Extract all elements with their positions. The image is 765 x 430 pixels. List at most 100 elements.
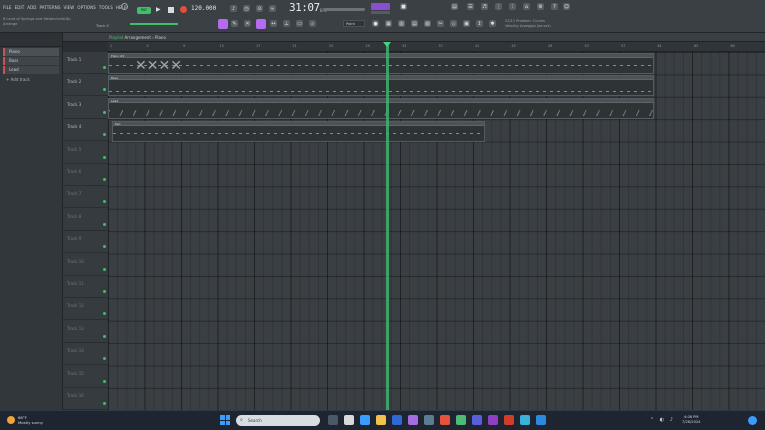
playlist-icon[interactable]: ☰ — [467, 3, 474, 10]
slip-tool-icon[interactable]: ↔ — [270, 20, 277, 27]
track-mute-led-icon[interactable] — [103, 110, 106, 114]
main-pitch-slider[interactable] — [130, 23, 178, 25]
record-icon[interactable] — [180, 6, 187, 13]
clip-piano[interactable]: Piano #2 ✕✕✕✕ — [108, 53, 654, 74]
browser-icon[interactable]: ⌂ — [523, 3, 530, 10]
settings-app-icon[interactable] — [424, 415, 434, 425]
track-header[interactable]: Track 5 — [63, 142, 108, 164]
pattern-song-toggle[interactable]: PAT — [137, 7, 151, 14]
metronome-icon[interactable]: ♪ — [230, 5, 237, 12]
delete-tool-icon[interactable]: ✕ — [244, 20, 251, 27]
track-mute-led-icon[interactable] — [103, 267, 106, 271]
track-mute-led-icon[interactable] — [103, 245, 106, 249]
chrome-icon[interactable] — [440, 415, 450, 425]
task-view-icon[interactable] — [328, 415, 338, 425]
track-mute-led-icon[interactable] — [103, 379, 106, 383]
record-pattern-icon[interactable]: ● — [372, 20, 379, 27]
track-header[interactable]: Track 14 — [63, 343, 108, 366]
track-mute-led-icon[interactable] — [103, 334, 106, 338]
draw-tool-icon[interactable] — [218, 19, 228, 29]
track-header[interactable]: Track 15 — [63, 366, 108, 388]
media-app-icon[interactable] — [504, 415, 514, 425]
zoom-tool-icon[interactable]: ⌕ — [309, 20, 316, 27]
track-header[interactable]: Track 8 — [63, 209, 108, 231]
track-mute-led-icon[interactable] — [103, 66, 106, 69]
menu-file[interactable]: FILE — [3, 5, 12, 10]
track-header[interactable]: Track 3 — [63, 97, 108, 119]
track-header[interactable]: Track 6 — [63, 164, 108, 186]
menu-tools[interactable]: TOOLS — [99, 5, 113, 10]
timeline-ruler[interactable]: 1 5 9 13 17 21 25 29 33 37 41 45 49 53 57 61 65 69 — [108, 42, 765, 52]
tools-view-icon[interactable]: ✂ — [437, 20, 444, 27]
mixer-icon[interactable]: ⫶ — [509, 3, 516, 10]
track-mute-led-icon[interactable] — [103, 155, 106, 159]
track-mute-led-icon[interactable] — [103, 290, 106, 293]
master-volume-knob-icon[interactable] — [121, 3, 128, 10]
export-icon[interactable]: ↥ — [476, 20, 483, 27]
mail-icon[interactable] — [520, 415, 530, 425]
track-header[interactable]: Track 4 — [63, 119, 108, 142]
menu-add[interactable]: ADD — [27, 5, 36, 10]
clip-bass[interactable]: Bass — [108, 75, 654, 96]
playlist-breadcrumb[interactable]: Arrangement › Piano — [125, 35, 166, 40]
teams-icon[interactable] — [488, 415, 498, 425]
clip-lead[interactable]: Lead — [108, 98, 654, 119]
widgets-icon[interactable] — [344, 415, 354, 425]
track-header[interactable]: Track 7 — [63, 186, 108, 209]
track-header[interactable]: Track 13 — [63, 321, 108, 343]
play-icon[interactable]: ▶ — [156, 6, 164, 14]
playhead[interactable] — [386, 42, 389, 410]
snap-selector[interactable]: Paint — [343, 20, 365, 27]
plugin-database-icon[interactable]: ⚙ — [537, 3, 544, 10]
track-mute-led-icon[interactable] — [103, 200, 106, 204]
track-mute-led-icon[interactable] — [103, 402, 106, 405]
piano-view-icon[interactable]: ▤ — [411, 20, 418, 27]
track-mute-led-icon[interactable] — [103, 88, 106, 92]
system-tray-icons[interactable]: ⌃ ◐ ♪ — [650, 417, 675, 423]
browser-item-bass[interactable]: Bass — [3, 57, 59, 65]
track-header[interactable]: Track 10 — [63, 254, 108, 276]
master-pitch-slider[interactable] — [323, 8, 365, 11]
blend-notes-icon[interactable]: ≈ — [269, 5, 276, 12]
track-mute-led-icon[interactable] — [103, 222, 106, 226]
store-icon[interactable] — [392, 415, 402, 425]
playlist-view-icon[interactable]: ▧ — [424, 20, 431, 27]
menu-patterns[interactable]: PATTERNS — [39, 5, 60, 10]
notification-icon[interactable] — [748, 416, 757, 425]
channel-view-icon[interactable]: ▥ — [398, 20, 405, 27]
track-header[interactable]: Track 16 — [63, 388, 108, 410]
slice-tool-icon[interactable]: ⟂ — [283, 20, 290, 27]
track-header[interactable]: Track 11 — [63, 276, 108, 298]
track-header[interactable]: Track 12 — [63, 298, 108, 321]
settings-icon[interactable]: ✱ — [489, 20, 496, 27]
select-tool-icon[interactable]: ▭ — [296, 20, 303, 27]
stop-icon[interactable] — [168, 7, 174, 13]
menu-edit[interactable]: EDIT — [15, 5, 25, 10]
track-header[interactable]: Track 9 — [63, 231, 108, 254]
template-icon[interactable]: ◇ — [450, 20, 457, 27]
piano-roll-icon[interactable]: ♬ — [481, 3, 488, 10]
menu-view[interactable]: VIEW — [64, 5, 75, 10]
mixer-view-icon[interactable]: ▦ — [385, 20, 392, 27]
weather-sun-icon[interactable] — [7, 416, 15, 424]
track-mute-led-icon[interactable] — [103, 357, 106, 361]
add-track-button[interactable]: + Add track — [3, 76, 59, 84]
playlist-grid[interactable]: Piano #2 ✕✕✕✕ Bass Lead Pad — [108, 52, 765, 410]
countdown-icon[interactable]: ⊙ — [256, 5, 263, 12]
spotify-icon[interactable] — [456, 415, 466, 425]
clock[interactable]: 4:08 PM 7/26/2024 — [682, 415, 700, 425]
edge-browser-icon[interactable] — [360, 415, 370, 425]
track-mute-led-icon[interactable] — [103, 178, 106, 181]
track-header[interactable]: Track 2 — [63, 74, 108, 97]
paint-tool-icon[interactable]: ✎ — [231, 20, 238, 27]
tempo-display[interactable]: 120.000 — [191, 5, 216, 12]
clip-pad[interactable]: Pad — [112, 121, 485, 142]
browser-item-piano[interactable]: Piano — [3, 48, 59, 56]
wait-input-icon[interactable]: ◷ — [243, 5, 250, 12]
save-icon[interactable]: ▣ — [463, 20, 470, 27]
browser-item-lead[interactable]: Lead — [3, 66, 59, 74]
track-mute-led-icon[interactable] — [103, 133, 106, 137]
fl-studio-icon[interactable] — [408, 415, 418, 425]
discord-icon[interactable] — [472, 415, 482, 425]
weather-widget[interactable]: 68°F Mostly sunny — [18, 415, 43, 425]
